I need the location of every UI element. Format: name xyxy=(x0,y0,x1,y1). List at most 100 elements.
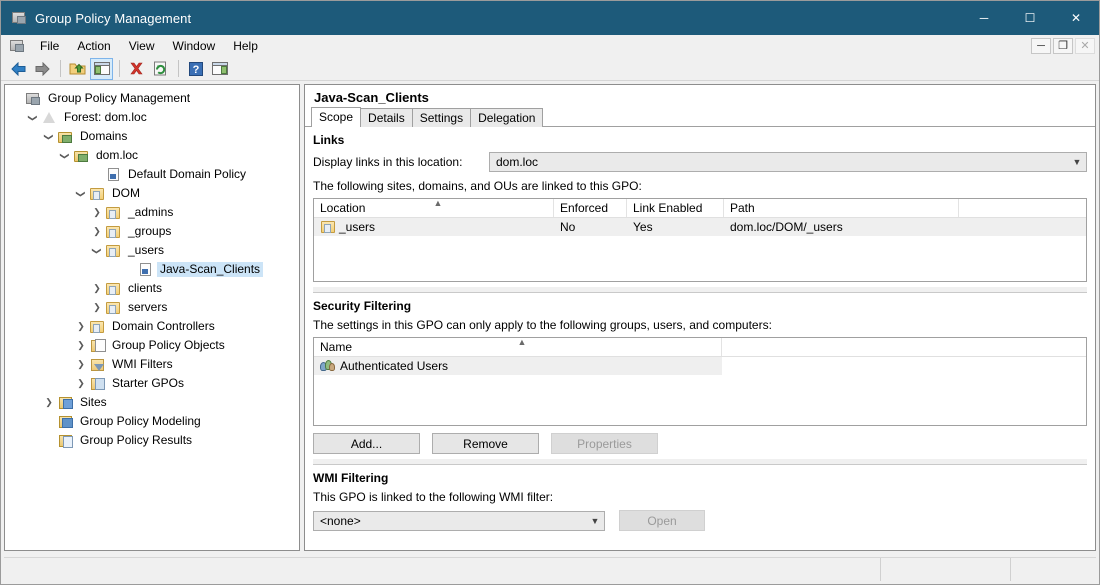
chevron-down-icon[interactable]: ❯ xyxy=(89,243,105,259)
tree-item-domain-controllers[interactable]: ❯ Domain Controllers xyxy=(5,317,299,336)
column-header-location[interactable]: Location ▲ xyxy=(314,199,554,217)
tree-item-servers[interactable]: ❯ servers xyxy=(5,298,299,317)
mdi-close-button[interactable]: ✕ xyxy=(1075,37,1095,54)
tree-item-label: Java-Scan_Clients xyxy=(157,262,264,277)
toolbar-separator xyxy=(119,60,120,77)
chevron-right-icon[interactable]: ❯ xyxy=(41,395,57,411)
tree-item-java-scan-clients[interactable]: Java-Scan_Clients xyxy=(5,260,299,279)
tree-item-label: Domain Controllers xyxy=(112,319,215,333)
column-header-name[interactable]: Name ▲ xyxy=(314,338,722,356)
remove-button[interactable]: Remove xyxy=(432,433,539,454)
sort-ascending-icon: ▲ xyxy=(517,338,527,347)
security-filtering-heading: Security Filtering xyxy=(313,299,412,313)
column-header-enforced[interactable]: Enforced xyxy=(554,199,627,217)
tree-item-group-policy-results[interactable]: Group Policy Results xyxy=(5,431,299,450)
tree-item-label: Group Policy Objects xyxy=(112,338,225,352)
domain-icon xyxy=(73,148,89,164)
wmi-filter-combo[interactable]: <none> ▼ xyxy=(313,510,605,531)
maximize-button[interactable]: ☐ xyxy=(1007,1,1053,35)
column-header-link-enabled[interactable]: Link Enabled xyxy=(627,199,724,217)
links-list[interactable]: Location ▲ Enforced Link Enabled Path _u… xyxy=(313,198,1087,282)
tree-item-groups[interactable]: ❯ _groups xyxy=(5,222,299,241)
chevron-right-icon[interactable]: ❯ xyxy=(73,319,89,335)
menu-item-action[interactable]: Action xyxy=(68,37,119,55)
up-folder-icon[interactable] xyxy=(66,58,89,80)
tree-item-group-policy-management[interactable]: Group Policy Management xyxy=(5,89,299,108)
open-button[interactable]: Open xyxy=(619,510,705,531)
add-button[interactable]: Add... xyxy=(313,433,420,454)
tree-item-label: servers xyxy=(128,300,168,314)
tree-item-wmi-filters[interactable]: ❯ WMI Filters xyxy=(5,355,299,374)
menu-item-file[interactable]: File xyxy=(31,37,68,55)
section-splitter[interactable] xyxy=(313,286,1087,293)
back-icon[interactable] xyxy=(7,58,30,80)
column-header-path[interactable]: Path xyxy=(724,199,959,217)
gpo-link-icon xyxy=(137,262,153,278)
wmi-filtering-description: This GPO is linked to the following WMI … xyxy=(313,490,554,504)
mdi-restore-button[interactable]: ❐ xyxy=(1053,37,1073,54)
mdi-window-controls: ─ ❐ ✕ xyxy=(1031,37,1099,54)
menu-item-window[interactable]: Window xyxy=(164,37,225,55)
chevron-down-icon[interactable]: ❯ xyxy=(57,148,73,164)
chevron-right-icon[interactable]: ❯ xyxy=(73,338,89,354)
ou-folder-icon xyxy=(105,243,121,259)
chevron-right-icon[interactable]: ❯ xyxy=(89,300,105,316)
tree-item-group-policy-modeling[interactable]: Group Policy Modeling xyxy=(5,412,299,431)
display-links-location-combo[interactable]: dom.loc ▼ xyxy=(489,152,1087,172)
tree-item-admins[interactable]: ❯ _admins xyxy=(5,203,299,222)
tree-item-forest-dom-loc[interactable]: ❯ Forest: dom.loc xyxy=(5,108,299,127)
console-tree-pane[interactable]: Group Policy Management ❯ Forest: dom.loc ❯… xyxy=(4,84,300,551)
export-list-icon[interactable] xyxy=(208,58,231,80)
tree-item-default-domain-policy[interactable]: Default Domain Policy xyxy=(5,165,299,184)
tab-details[interactable]: Details xyxy=(360,108,413,127)
tab-scope[interactable]: Scope xyxy=(311,107,362,127)
security-filtering-list[interactable]: Name ▲ Authenticated Users xyxy=(313,337,1087,426)
table-row[interactable]: Authenticated Users xyxy=(314,357,722,375)
tree-item-label: WMI Filters xyxy=(112,357,173,371)
section-splitter[interactable] xyxy=(313,458,1087,465)
close-button[interactable]: ✕ xyxy=(1053,1,1099,35)
mdi-minimize-button[interactable]: ─ xyxy=(1031,37,1051,54)
tree-item-group-policy-objects[interactable]: ❯ Group Policy Objects xyxy=(5,336,299,355)
chevron-right-icon[interactable]: ❯ xyxy=(89,281,105,297)
tree-item-label: DOM xyxy=(112,186,140,200)
refresh-icon[interactable] xyxy=(149,58,172,80)
minimize-button[interactable]: ─ xyxy=(961,1,1007,35)
chevron-right-icon[interactable]: ❯ xyxy=(73,357,89,373)
table-row[interactable]: _users No Yes dom.loc/DOM/_users xyxy=(314,218,1086,236)
forest-icon xyxy=(41,110,57,126)
cell-enforced: No xyxy=(560,220,576,234)
chevron-down-icon[interactable]: ❯ xyxy=(25,110,41,126)
help-icon[interactable]: ? xyxy=(184,58,207,80)
group-policy-modeling-icon xyxy=(57,414,73,430)
chevron-right-icon[interactable]: ❯ xyxy=(89,224,105,240)
properties-button[interactable]: Properties xyxy=(551,433,658,454)
window-controls: ─ ☐ ✕ xyxy=(961,1,1099,35)
tree-item-sites[interactable]: ❯ Sites xyxy=(5,393,299,412)
chevron-down-icon[interactable]: ❯ xyxy=(73,186,89,202)
tree-item-users[interactable]: ❯ _users xyxy=(5,241,299,260)
menu-item-view[interactable]: View xyxy=(120,37,164,55)
tree-item-dom-loc[interactable]: ❯ dom.loc xyxy=(5,146,299,165)
tree-item-clients[interactable]: ❯ clients xyxy=(5,279,299,298)
menu-item-help[interactable]: Help xyxy=(224,37,267,55)
gpo-link-icon xyxy=(105,167,121,183)
ou-folder-icon xyxy=(105,281,121,297)
chevron-down-icon[interactable]: ❯ xyxy=(41,129,57,145)
tree-item-dom[interactable]: ❯ DOM xyxy=(5,184,299,203)
tree-item-label: _users xyxy=(128,243,165,257)
tab-delegation[interactable]: Delegation xyxy=(470,108,544,127)
tree-item-label: Group Policy Results xyxy=(80,433,193,447)
tree-item-starter-gpos[interactable]: ❯ Starter GPOs xyxy=(5,374,299,393)
chevron-right-icon[interactable]: ❯ xyxy=(73,376,89,392)
chevron-down-icon: ▼ xyxy=(590,515,600,526)
security-filtering-description: The settings in this GPO can only apply … xyxy=(313,318,772,332)
chevron-right-icon[interactable]: ❯ xyxy=(89,205,105,221)
security-filtering-buttons: Add... Remove Properties xyxy=(313,433,1087,454)
forward-icon[interactable] xyxy=(31,58,54,80)
delete-icon[interactable] xyxy=(125,58,148,80)
tab-settings[interactable]: Settings xyxy=(411,108,472,127)
show-hide-console-tree-icon[interactable] xyxy=(90,57,113,80)
display-links-location-value: dom.loc xyxy=(496,155,539,169)
tree-item-domains[interactable]: ❯ Domains xyxy=(5,127,299,146)
